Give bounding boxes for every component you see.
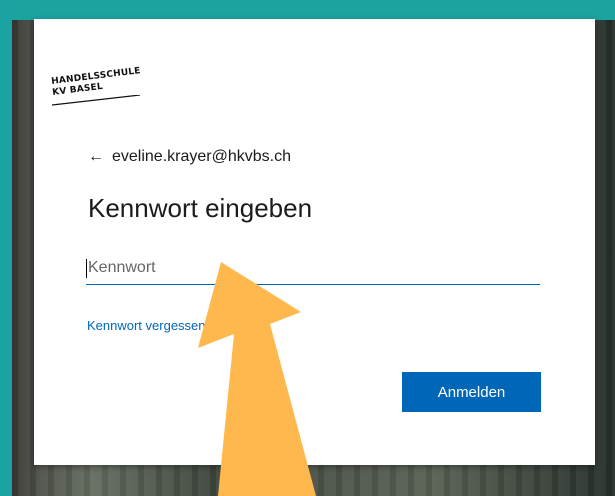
account-email: eveline.krayer@hkvbs.ch xyxy=(112,148,291,165)
account-identity[interactable]: ← eveline.krayer@hkvbs.ch xyxy=(88,148,291,166)
text-caret xyxy=(86,259,87,278)
teal-edge xyxy=(0,0,12,496)
sign-in-button[interactable]: Anmelden xyxy=(402,372,541,412)
forgot-password-link[interactable]: Kennwort vergessen? xyxy=(87,318,213,333)
logo-swoosh xyxy=(52,95,141,106)
back-arrow-icon[interactable]: ← xyxy=(88,148,104,166)
password-input[interactable] xyxy=(86,252,540,285)
school-logo: HANDELSSCHULE KV BASEL xyxy=(51,65,172,106)
page-title: Kennwort eingeben xyxy=(88,193,313,223)
